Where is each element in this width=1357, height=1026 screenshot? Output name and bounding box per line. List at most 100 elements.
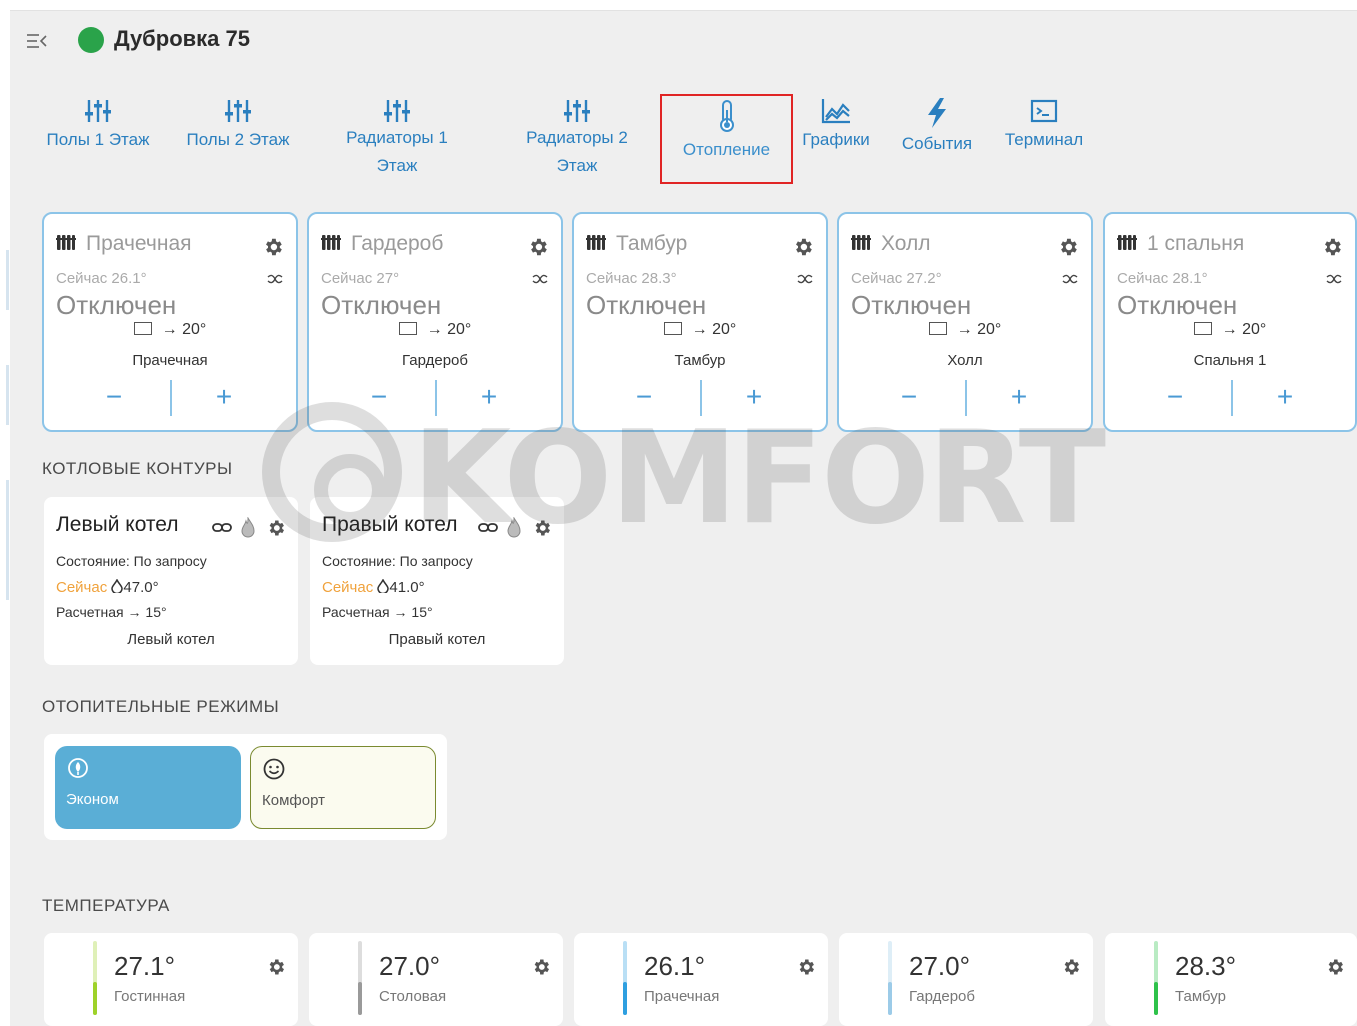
divider: [1231, 380, 1233, 416]
tab-label: Полы 2 Этаж: [186, 130, 290, 149]
increase-button[interactable]: +: [1265, 382, 1305, 414]
increase-button[interactable]: +: [999, 382, 1039, 414]
section-title-modes: ОТОПИТЕЛЬНЫЕ РЕЖИМЫ: [42, 697, 280, 716]
lightning-icon: [928, 98, 946, 128]
gear-icon[interactable]: [1057, 236, 1079, 258]
leaf-circle-icon: [68, 758, 88, 778]
state-value: По запросу: [133, 553, 207, 569]
menu-collapse-icon[interactable]: [26, 32, 48, 50]
gear-icon[interactable]: [527, 236, 549, 258]
schedule-icon: [398, 322, 417, 335]
zone-current-temp: Сейчас 28.1°: [1117, 270, 1208, 287]
tab-radiators-2[interactable]: Радиаторы 2 Этаж: [510, 90, 644, 186]
increase-button[interactable]: +: [734, 382, 774, 414]
link-icon: [478, 523, 498, 532]
zone-card[interactable]: Гардероб Сейчас 27° Отключен → 20° Гарде…: [307, 212, 563, 432]
zone-card[interactable]: Тамбур Сейчас 28.3° Отключен → 20° Тамбу…: [572, 212, 828, 432]
temperature-card[interactable]: 28.3° Тамбур: [1105, 933, 1357, 1026]
mode-label: Комфорт: [262, 792, 325, 809]
tab-radiators-1[interactable]: Радиаторы 1 Этаж: [330, 90, 464, 186]
tab-label: Отопление: [682, 140, 771, 159]
tab-floors-2[interactable]: Полы 2 Этаж: [174, 90, 302, 186]
zone-name: Тамбур: [674, 352, 726, 369]
state-value: По запросу: [399, 553, 473, 569]
temperature-bar: [1154, 941, 1158, 1015]
thermometer-icon: [719, 100, 734, 132]
gear-icon[interactable]: [792, 236, 814, 258]
gear-icon[interactable]: [532, 517, 552, 539]
tab-events[interactable]: События: [892, 90, 982, 186]
zone-state: Отключен: [586, 290, 707, 320]
temperature-card[interactable]: 26.1° Прачечная: [574, 933, 828, 1026]
temperature-label: Гостинная: [114, 988, 186, 1005]
gear-icon[interactable]: [796, 957, 816, 977]
decrease-button[interactable]: −: [1155, 382, 1195, 414]
fan-icon: [267, 274, 283, 284]
zone-name: Холл: [947, 352, 983, 369]
zone-title: 1 спальня: [1147, 232, 1245, 255]
temperature-value: 28.3°: [1175, 951, 1237, 981]
increase-button[interactable]: +: [469, 382, 509, 414]
zone-current-temp: Сейчас 27°: [321, 270, 400, 287]
decrease-button[interactable]: −: [889, 382, 929, 414]
mode-comfort-button[interactable]: Комфорт: [250, 746, 436, 829]
gear-icon[interactable]: [1325, 957, 1345, 977]
zone-card[interactable]: Холл Сейчас 27.2° Отключен → 20° Холл − …: [837, 212, 1093, 432]
now-value: 41.0°: [389, 579, 425, 596]
temperature-card[interactable]: 27.1° Гостинная: [44, 933, 298, 1026]
fan-icon: [1326, 274, 1342, 284]
mode-eco-button[interactable]: Эконом: [55, 746, 241, 829]
radiator-icon: [851, 235, 871, 250]
divider: [965, 380, 967, 416]
zone-state: Отключен: [56, 290, 177, 320]
gear-icon[interactable]: [266, 957, 286, 977]
tab-label: Графики: [802, 130, 870, 149]
temperature-card[interactable]: 27.0° Гардероб: [839, 933, 1093, 1026]
boiler-card[interactable]: Левый котел Состояние: По запросу Сейчас…: [44, 497, 298, 665]
radiator-icon: [56, 235, 76, 250]
tab-charts[interactable]: Графики: [796, 90, 876, 186]
tab-heating[interactable]: Отопление: [660, 94, 793, 184]
temperature-label: Прачечная: [644, 988, 720, 1005]
boiler-card[interactable]: Правый котел Состояние: По запросу Сейча…: [310, 497, 564, 665]
temperature-card[interactable]: 27.0° Столовая: [309, 933, 563, 1026]
gear-icon[interactable]: [262, 236, 284, 258]
decrease-button[interactable]: −: [624, 382, 664, 414]
schedule-icon: [663, 322, 682, 335]
mode-label: Эконом: [66, 791, 119, 808]
zone-target-value: 20°: [182, 321, 207, 338]
temperature-label: Гардероб: [909, 988, 975, 1005]
modes-panel: Эконом Комфорт: [44, 734, 447, 840]
tab-label: События: [901, 134, 973, 153]
boiler-current-temp: Сейчас 47.0°: [56, 578, 159, 596]
zone-target-value: 20°: [712, 321, 737, 338]
calc-value: 15°: [145, 604, 167, 620]
boiler-calc-temp: Расчетная → 15°: [56, 604, 167, 620]
zone-target: → 20°: [839, 321, 1091, 339]
schedule-icon: [1193, 322, 1212, 335]
zone-name: Гардероб: [402, 352, 468, 369]
zone-title: Прачечная: [86, 232, 192, 255]
zone-card[interactable]: 1 спальня Сейчас 28.1° Отключен → 20° Сп…: [1103, 212, 1357, 432]
divider: [435, 380, 437, 416]
sliders-icon: [564, 100, 590, 122]
schedule-icon: [133, 322, 152, 335]
zone-state: Отключен: [1117, 290, 1238, 320]
increase-button[interactable]: +: [204, 382, 244, 414]
tab-terminal[interactable]: Терминал: [994, 90, 1094, 186]
zone-state: Отключен: [851, 290, 972, 320]
sliders-icon: [85, 100, 111, 122]
arrow-glyph: →: [1221, 321, 1238, 338]
zone-card[interactable]: Прачечная Сейчас 26.1° Отключен → 20° Пр…: [42, 212, 298, 432]
decrease-button[interactable]: −: [94, 382, 134, 414]
gear-icon[interactable]: [1061, 957, 1081, 977]
zone-state: Отключен: [321, 290, 442, 320]
gear-icon[interactable]: [266, 517, 286, 539]
gear-icon[interactable]: [1321, 236, 1343, 258]
decrease-button[interactable]: −: [359, 382, 399, 414]
gear-icon[interactable]: [531, 957, 551, 977]
temperature-bar-fill: [1154, 981, 1158, 1015]
sliders-icon: [225, 100, 251, 122]
water-drop-icon: [377, 578, 390, 595]
tab-floors-1[interactable]: Полы 1 Этаж: [34, 90, 162, 186]
